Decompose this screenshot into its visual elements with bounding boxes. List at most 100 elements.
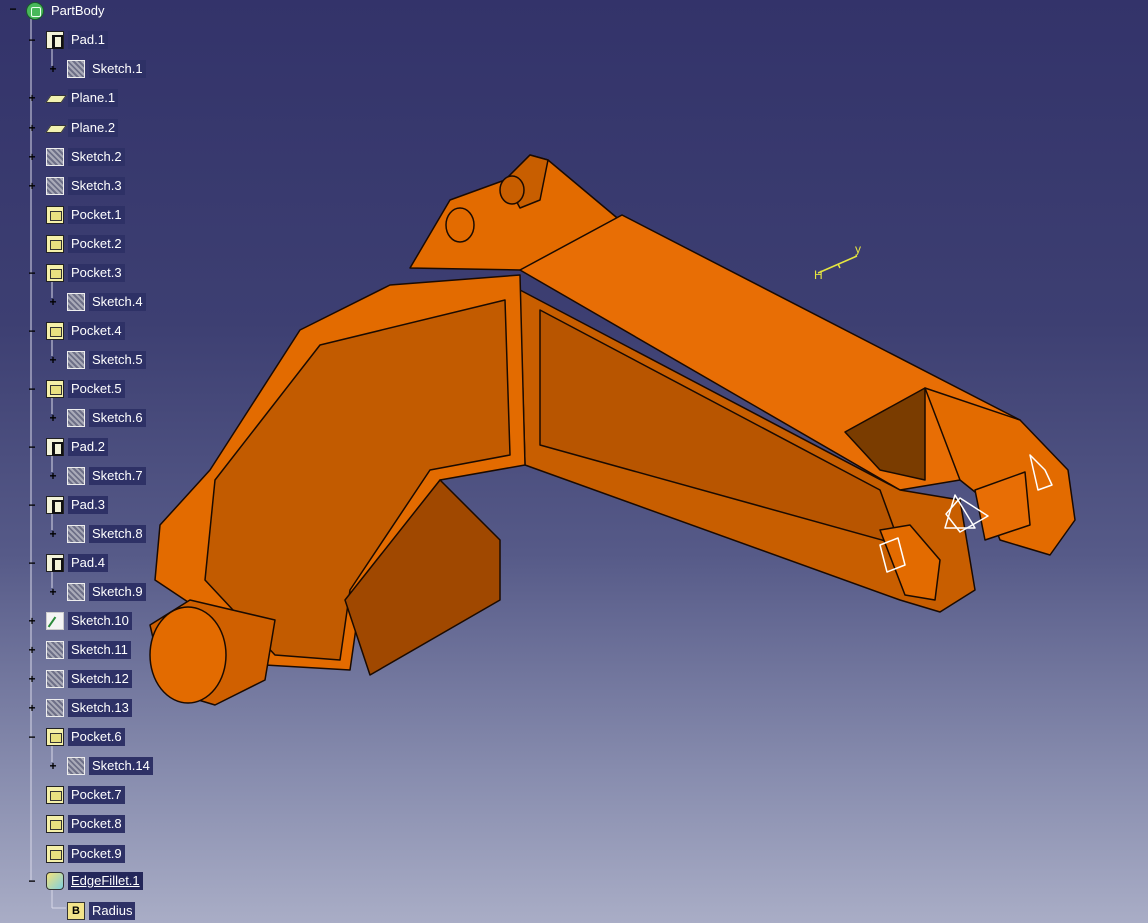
collapse-icon[interactable]: −: [27, 325, 37, 337]
sketch-icon: [46, 641, 64, 659]
tree-node-label: Sketch.2: [68, 148, 125, 166]
tree-node-label: Sketch.9: [89, 583, 146, 601]
tree-node-sketch-2[interactable]: Sketch.2: [46, 147, 125, 167]
sketch-icon: [46, 670, 64, 688]
expand-icon[interactable]: +: [48, 470, 58, 482]
tree-node-sketch-10[interactable]: Sketch.10: [46, 611, 132, 631]
tree-node-partbody[interactable]: PartBody: [26, 1, 107, 21]
pocket-icon: [46, 786, 64, 804]
tree-node-sketch-12[interactable]: Sketch.12: [46, 669, 132, 689]
tree-node-label: Sketch.1: [89, 60, 146, 78]
tree-node-label: Sketch.10: [68, 612, 132, 630]
tree-node-sketch-9[interactable]: Sketch.9: [67, 582, 146, 602]
tree-node-label: Pocket.5: [68, 380, 125, 398]
expand-icon[interactable]: +: [48, 63, 58, 75]
pocket-icon: [46, 264, 64, 282]
tree-node-pad-1[interactable]: Pad.1: [46, 30, 108, 50]
expand-icon[interactable]: +: [27, 702, 37, 714]
collapse-icon[interactable]: −: [27, 441, 37, 453]
expand-icon[interactable]: +: [48, 354, 58, 366]
tree-node-label: Pocket.6: [68, 728, 125, 746]
tree-node-label: Pocket.1: [68, 206, 125, 224]
tree-node-pocket-5[interactable]: Pocket.5: [46, 379, 125, 399]
tree-node-pocket-3[interactable]: Pocket.3: [46, 263, 125, 283]
sketch-icon: [67, 525, 85, 543]
pad-icon: [46, 496, 64, 514]
collapse-icon[interactable]: −: [27, 267, 37, 279]
expand-icon[interactable]: +: [27, 92, 37, 104]
tree-node-label: Pocket.9: [68, 845, 125, 863]
tree-node-label: Pocket.2: [68, 235, 125, 253]
pocket-icon: [46, 206, 64, 224]
sketch-icon: [67, 467, 85, 485]
expand-icon[interactable]: +: [27, 673, 37, 685]
tree-node-label: Plane.2: [68, 119, 119, 137]
tree-node-pocket-2[interactable]: Pocket.2: [46, 234, 125, 254]
tree-node-label: Sketch.7: [89, 467, 146, 485]
expand-icon[interactable]: +: [48, 760, 58, 772]
collapse-icon[interactable]: −: [27, 499, 37, 511]
edgefillet-icon: [46, 872, 64, 890]
expand-icon[interactable]: +: [48, 586, 58, 598]
tree-node-pad-4[interactable]: Pad.4: [46, 553, 108, 573]
collapse-icon[interactable]: −: [8, 3, 18, 15]
tree-node-plane-1[interactable]: Plane.1: [46, 88, 119, 108]
tree-node-pad-2[interactable]: Pad.2: [46, 437, 108, 457]
tree-node-pad-3[interactable]: Pad.3: [46, 495, 108, 515]
tree-node-plane-2[interactable]: Plane.2: [46, 118, 119, 138]
expand-icon[interactable]: +: [27, 180, 37, 192]
expand-icon[interactable]: +: [48, 412, 58, 424]
collapse-icon[interactable]: −: [27, 383, 37, 395]
sketch-icon: [46, 699, 64, 717]
expand-icon[interactable]: +: [27, 644, 37, 656]
tree-node-pocket-7[interactable]: Pocket.7: [46, 785, 125, 805]
sketch-icon: [67, 409, 85, 427]
expand-icon[interactable]: +: [48, 296, 58, 308]
plane-icon: [46, 89, 64, 107]
collapse-icon[interactable]: −: [27, 875, 37, 887]
tree-node-sketch-5[interactable]: Sketch.5: [67, 350, 146, 370]
tree-node-label: Sketch.8: [89, 525, 146, 543]
expand-icon[interactable]: +: [48, 528, 58, 540]
tree-node-sketch-11[interactable]: Sketch.11: [46, 640, 131, 660]
tree-node-label: Sketch.14: [89, 757, 153, 775]
plane-icon: [46, 119, 64, 137]
tree-node-sketch-6[interactable]: Sketch.6: [67, 408, 146, 428]
tree-node-sketch-7[interactable]: Sketch.7: [67, 466, 146, 486]
collapse-icon[interactable]: −: [27, 34, 37, 46]
tree-node-radius[interactable]: B Radius: [67, 901, 136, 921]
tree-node-pocket-9[interactable]: Pocket.9: [46, 844, 125, 864]
pad-icon: [46, 438, 64, 456]
tree-node-sketch-8[interactable]: Sketch.8: [67, 524, 146, 544]
tree-node-pocket-8[interactable]: Pocket.8: [46, 814, 125, 834]
tree-node-label: Plane.1: [68, 89, 119, 107]
expand-icon[interactable]: +: [27, 151, 37, 163]
tree-node-label: Pad.1: [68, 31, 108, 49]
tree-node-sketch-13[interactable]: Sketch.13: [46, 698, 132, 718]
tree-node-label: PartBody: [51, 3, 105, 18]
collapse-icon[interactable]: −: [27, 731, 37, 743]
tree-node-pocket-4[interactable]: Pocket.4: [46, 321, 125, 341]
tree-node-sketch-14[interactable]: Sketch.14: [67, 756, 153, 776]
part-model[interactable]: [149, 154, 1076, 706]
pocket-icon: [46, 815, 64, 833]
tree-node-edgefillet-1[interactable]: EdgeFillet.1: [46, 871, 143, 891]
tree-node-label: Pocket.7: [68, 786, 125, 804]
tree-node-sketch-1[interactable]: Sketch.1: [67, 59, 146, 79]
expand-icon[interactable]: +: [27, 122, 37, 134]
sketch-white-icon: [46, 612, 64, 630]
compass-axis-icon[interactable]: y H: [814, 242, 861, 282]
tree-node-label: Sketch.6: [89, 409, 146, 427]
tree-node-label: Sketch.13: [68, 699, 132, 717]
radius-icon: B: [67, 902, 85, 920]
expand-icon[interactable]: +: [27, 615, 37, 627]
tree-node-sketch-3[interactable]: Sketch.3: [46, 176, 125, 196]
tree-node-label: Pad.4: [68, 554, 108, 572]
compass-y-label: y: [855, 242, 861, 256]
tree-node-label: Sketch.11: [68, 641, 131, 659]
tree-node-sketch-4[interactable]: Sketch.4: [67, 292, 146, 312]
pocket-icon: [46, 235, 64, 253]
tree-node-pocket-1[interactable]: Pocket.1: [46, 205, 125, 225]
collapse-icon[interactable]: −: [27, 557, 37, 569]
tree-node-pocket-6[interactable]: Pocket.6: [46, 727, 125, 747]
